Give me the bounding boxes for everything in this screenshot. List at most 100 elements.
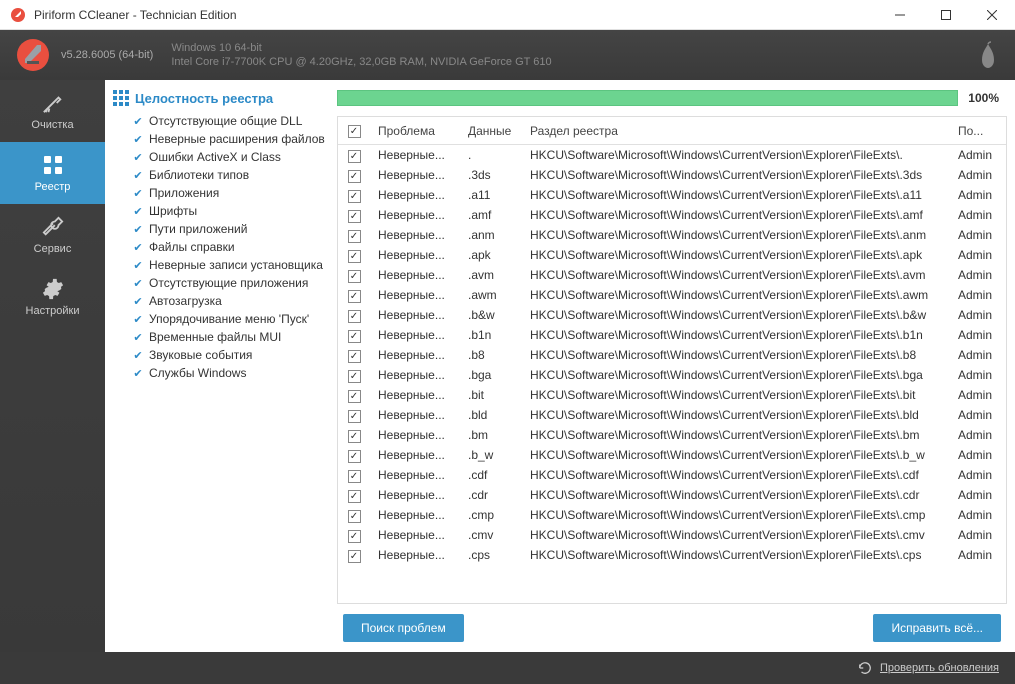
minimize-button[interactable] <box>877 0 923 29</box>
row-checkbox[interactable]: ✓ <box>348 550 361 563</box>
table-row[interactable]: ✓Неверные....b8HKCU\Software\Microsoft\W… <box>338 345 1006 365</box>
titlebar-text: Piriform CCleaner - Technician Edition <box>34 8 877 22</box>
row-checkbox-cell: ✓ <box>338 428 370 443</box>
table-row[interactable]: ✓Неверные....bmHKCU\Software\Microsoft\W… <box>338 425 1006 445</box>
table-row[interactable]: ✓Неверные....cdrHKCU\Software\Microsoft\… <box>338 485 1006 505</box>
row-checkbox[interactable]: ✓ <box>348 510 361 523</box>
cell-user: Admin <box>950 508 1006 522</box>
row-checkbox[interactable]: ✓ <box>348 450 361 463</box>
check-updates-link[interactable]: Проверить обновления <box>880 662 999 674</box>
options-panel: Целостность реестра ✔Отсутствующие общие… <box>105 80 337 652</box>
row-checkbox[interactable]: ✓ <box>348 490 361 503</box>
progress-label: 100% <box>968 91 1007 105</box>
cell-user: Admin <box>950 548 1006 562</box>
table-row[interactable]: ✓Неверные....b&wHKCU\Software\Microsoft\… <box>338 305 1006 325</box>
table-row[interactable]: ✓Неверные....cpsHKCU\Software\Microsoft\… <box>338 545 1006 565</box>
option-item[interactable]: ✔Упорядочивание меню 'Пуск' <box>113 310 329 328</box>
row-checkbox[interactable]: ✓ <box>348 430 361 443</box>
cell-user: Admin <box>950 328 1006 342</box>
sidebar-item-cleaner[interactable]: Очистка <box>0 80 105 142</box>
cell-registry: HKCU\Software\Microsoft\Windows\CurrentV… <box>522 368 950 382</box>
table-row[interactable]: ✓Неверные....awmHKCU\Software\Microsoft\… <box>338 285 1006 305</box>
option-label: Автозагрузка <box>149 294 222 308</box>
row-checkbox-cell: ✓ <box>338 488 370 503</box>
check-icon: ✔ <box>133 224 143 234</box>
fix-button[interactable]: Исправить всё... <box>873 614 1001 642</box>
table-row[interactable]: ✓Неверные....avmHKCU\Software\Microsoft\… <box>338 265 1006 285</box>
header-problem[interactable]: Проблема <box>370 124 460 138</box>
row-checkbox[interactable]: ✓ <box>348 470 361 483</box>
option-item[interactable]: ✔Ошибки ActiveX и Class <box>113 148 329 166</box>
content-area: Целостность реестра ✔Отсутствующие общие… <box>105 80 1015 652</box>
row-checkbox[interactable]: ✓ <box>348 410 361 423</box>
option-item[interactable]: ✔Отсутствующие приложения <box>113 274 329 292</box>
table-row[interactable]: ✓Неверные....b1nHKCU\Software\Microsoft\… <box>338 325 1006 345</box>
table-row[interactable]: ✓Неверные....HKCU\Software\Microsoft\Win… <box>338 145 1006 165</box>
row-checkbox[interactable]: ✓ <box>348 370 361 383</box>
cell-data: .apk <box>460 248 522 262</box>
cell-data: .bga <box>460 368 522 382</box>
row-checkbox[interactable]: ✓ <box>348 390 361 403</box>
option-item[interactable]: ✔Временные файлы MUI <box>113 328 329 346</box>
check-icon: ✔ <box>133 314 143 324</box>
table-row[interactable]: ✓Неверные....anmHKCU\Software\Microsoft\… <box>338 225 1006 245</box>
cell-problem: Неверные... <box>370 468 460 482</box>
table-row[interactable]: ✓Неверные....bgaHKCU\Software\Microsoft\… <box>338 365 1006 385</box>
row-checkbox[interactable]: ✓ <box>348 250 361 263</box>
wrench-icon <box>41 215 65 239</box>
option-item[interactable]: ✔Службы Windows <box>113 364 329 382</box>
row-checkbox[interactable]: ✓ <box>348 530 361 543</box>
cell-problem: Неверные... <box>370 448 460 462</box>
cell-problem: Неверные... <box>370 228 460 242</box>
option-item[interactable]: ✔Файлы справки <box>113 238 329 256</box>
header-user[interactable]: По... <box>950 124 1006 138</box>
option-item[interactable]: ✔Автозагрузка <box>113 292 329 310</box>
cell-registry: HKCU\Software\Microsoft\Windows\CurrentV… <box>522 288 950 302</box>
row-checkbox[interactable]: ✓ <box>348 310 361 323</box>
close-button[interactable] <box>969 0 1015 29</box>
header-data[interactable]: Данные <box>460 124 522 138</box>
scan-button[interactable]: Поиск проблем <box>343 614 464 642</box>
table-row[interactable]: ✓Неверные....a11HKCU\Software\Microsoft\… <box>338 185 1006 205</box>
row-checkbox[interactable]: ✓ <box>348 170 361 183</box>
option-item[interactable]: ✔Отсутствующие общие DLL <box>113 112 329 130</box>
option-item[interactable]: ✔Неверные записи установщика <box>113 256 329 274</box>
table-row[interactable]: ✓Неверные....apkHKCU\Software\Microsoft\… <box>338 245 1006 265</box>
table-row[interactable]: ✓Неверные....b_wHKCU\Software\Microsoft\… <box>338 445 1006 465</box>
option-item[interactable]: ✔Звуковые события <box>113 346 329 364</box>
option-item[interactable]: ✔Пути приложений <box>113 220 329 238</box>
os-info: Windows 10 64-bit <box>171 41 551 55</box>
sidebar-item-tools[interactable]: Сервис <box>0 204 105 266</box>
table-row[interactable]: ✓Неверные....cmpHKCU\Software\Microsoft\… <box>338 505 1006 525</box>
table-row[interactable]: ✓Неверные....bitHKCU\Software\Microsoft\… <box>338 385 1006 405</box>
sidebar-item-registry[interactable]: Реестр <box>0 142 105 204</box>
row-checkbox[interactable]: ✓ <box>348 190 361 203</box>
cell-registry: HKCU\Software\Microsoft\Windows\CurrentV… <box>522 488 950 502</box>
table-row[interactable]: ✓Неверные....3dsHKCU\Software\Microsoft\… <box>338 165 1006 185</box>
row-checkbox[interactable]: ✓ <box>348 270 361 283</box>
option-item[interactable]: ✔Шрифты <box>113 202 329 220</box>
table-row[interactable]: ✓Неверные....cdfHKCU\Software\Microsoft\… <box>338 465 1006 485</box>
option-item[interactable]: ✔Неверные расширения файлов <box>113 130 329 148</box>
row-checkbox[interactable]: ✓ <box>348 330 361 343</box>
header-registry[interactable]: Раздел реестра <box>522 124 950 138</box>
row-checkbox[interactable]: ✓ <box>348 290 361 303</box>
sidebar-item-options[interactable]: Настройки <box>0 266 105 328</box>
option-item[interactable]: ✔Библиотеки типов <box>113 166 329 184</box>
option-item[interactable]: ✔Приложения <box>113 184 329 202</box>
results-panel: 100% ✓ Проблема Данные Раздел реестра По… <box>337 80 1015 652</box>
cell-data: .cmp <box>460 508 522 522</box>
row-checkbox[interactable]: ✓ <box>348 230 361 243</box>
row-checkbox-cell: ✓ <box>338 268 370 283</box>
check-icon: ✔ <box>133 116 143 126</box>
row-checkbox[interactable]: ✓ <box>348 210 361 223</box>
cell-data: .b&w <box>460 308 522 322</box>
table-row[interactable]: ✓Неверные....amfHKCU\Software\Microsoft\… <box>338 205 1006 225</box>
row-checkbox[interactable]: ✓ <box>348 350 361 363</box>
select-all-checkbox[interactable]: ✓ <box>348 125 361 138</box>
option-label: Службы Windows <box>149 366 246 380</box>
table-row[interactable]: ✓Неверные....bldHKCU\Software\Microsoft\… <box>338 405 1006 425</box>
row-checkbox[interactable]: ✓ <box>348 150 361 163</box>
maximize-button[interactable] <box>923 0 969 29</box>
table-row[interactable]: ✓Неверные....cmvHKCU\Software\Microsoft\… <box>338 525 1006 545</box>
